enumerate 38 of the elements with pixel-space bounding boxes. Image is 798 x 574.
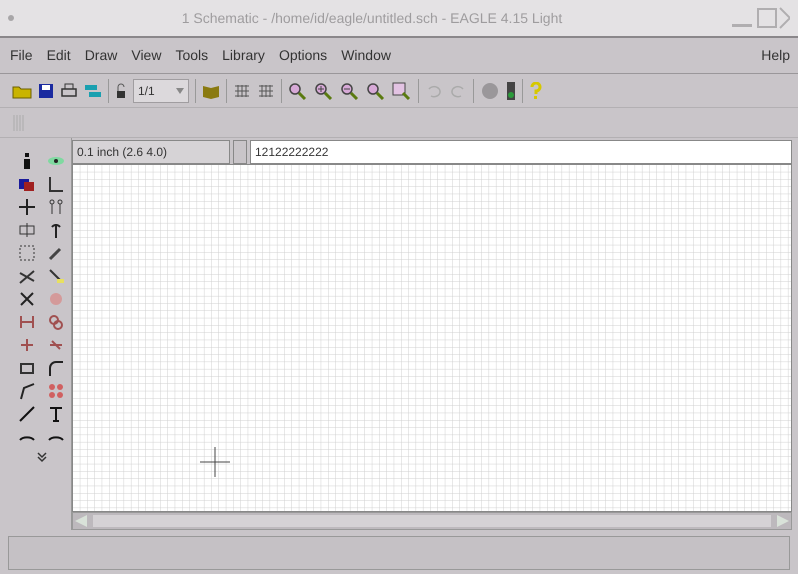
field-separator	[233, 140, 247, 164]
zoom-out-icon[interactable]	[340, 82, 360, 100]
expand-more-icon[interactable]	[36, 451, 48, 463]
dashed-rectangle-icon[interactable]	[18, 244, 36, 262]
toolbar-grip-icon[interactable]	[12, 112, 26, 132]
axis-mark-icon[interactable]	[47, 175, 66, 193]
menu-item[interactable]: Edit	[40, 45, 77, 66]
grid-icon[interactable]	[257, 82, 275, 98]
window-title: 1 Schematic - /home/id/eagle/untitled.sch - EAGLE 4.15 Light	[180, 8, 564, 28]
crosshair-cursor	[200, 446, 230, 478]
move-arrows-icon[interactable]	[18, 198, 36, 216]
wire-line-icon[interactable]	[18, 405, 36, 423]
sheet-dropdown[interactable]: 1/1	[133, 78, 189, 102]
split-line-icon[interactable]	[18, 382, 36, 400]
paste-brush-icon[interactable]	[47, 267, 66, 285]
zoom-fit-icon[interactable]	[288, 82, 308, 100]
menu-item[interactable]: Library	[216, 45, 271, 66]
menu-item[interactable]: Tools	[169, 45, 214, 66]
menu-item[interactable]: Window	[335, 45, 397, 66]
zoom-select-icon[interactable]	[392, 82, 412, 100]
dropdown-arrow-icon	[176, 86, 184, 96]
coordinate-display: 0.1 inch (2.6 4.0)	[72, 140, 230, 164]
menu-item[interactable]: File	[4, 45, 39, 66]
delete-x-icon[interactable]	[18, 290, 36, 308]
menu-item[interactable]: View	[125, 45, 168, 66]
printer-icon[interactable]	[60, 82, 78, 98]
grid-icon[interactable]	[233, 82, 251, 98]
zoom-redraw-icon[interactable]	[366, 82, 386, 100]
zoom-in-icon[interactable]	[314, 82, 334, 100]
miter-icon[interactable]	[47, 359, 66, 377]
mirror-icon[interactable]	[18, 221, 36, 239]
menu-item[interactable]: Help	[757, 45, 794, 66]
command-field[interactable]: 12122222222	[250, 140, 792, 164]
figures-icon[interactable]	[47, 198, 66, 216]
menu-item[interactable]: Draw	[78, 45, 124, 66]
lock-icon[interactable]	[115, 82, 127, 100]
traffic-light-icon[interactable]	[506, 80, 516, 100]
menu-item[interactable]: Options	[272, 45, 334, 66]
